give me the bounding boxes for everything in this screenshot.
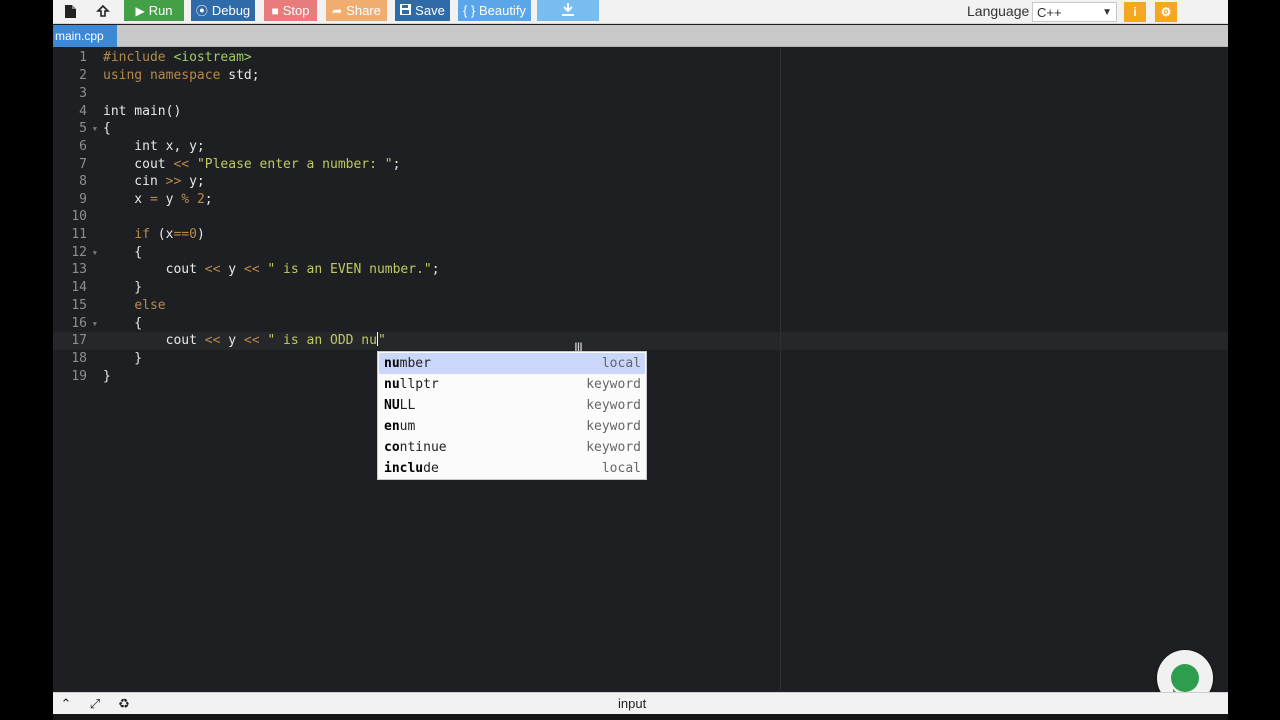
line-number: 9 — [79, 192, 87, 207]
line-number: 10 — [71, 209, 87, 224]
debug-button[interactable]: ⦿ Debug — [191, 0, 255, 21]
line-number: 13 — [71, 262, 87, 277]
line-number: 3 — [79, 86, 87, 101]
code-line: x = y % 2; — [103, 192, 213, 207]
save-label: Save — [415, 3, 445, 18]
stop-label: Stop — [282, 3, 310, 18]
code-line: else — [134, 298, 166, 313]
autocomplete-item[interactable]: continue keyword — [379, 437, 645, 458]
chevron-up-icon[interactable]: ⌃ — [58, 696, 74, 712]
toolbar: ▶ Run ⦿ Debug ■ Stop ➦ Share Save { } Be… — [53, 0, 1228, 24]
share-icon: ➦ — [332, 3, 343, 18]
console-strip — [53, 714, 1228, 720]
input-label: input — [618, 696, 647, 711]
line-number: 12 ▼ — [71, 244, 97, 262]
share-label: Share — [346, 3, 381, 18]
clear-icon[interactable]: ♻ — [116, 696, 132, 712]
line-number: 14 — [71, 280, 87, 295]
online-compiler-app: ▶ Run ⦿ Debug ■ Stop ➦ Share Save { } Be… — [53, 0, 1228, 720]
print-margin — [780, 48, 781, 690]
fold-arrow-icon[interactable]: ▼ — [93, 315, 97, 333]
debug-label: Debug — [211, 3, 251, 18]
fold-arrow-icon[interactable]: ▼ — [93, 120, 97, 138]
chevron-down-icon: ▼ — [1102, 6, 1112, 18]
code-line: } — [103, 351, 143, 366]
autocomplete-item[interactable]: nullptr keyword — [379, 374, 645, 395]
line-number: 1 — [79, 50, 87, 65]
save-button[interactable]: Save — [395, 0, 450, 21]
upload-icon[interactable] — [90, 0, 116, 22]
language-select[interactable]: C++ ▼ — [1032, 2, 1117, 22]
line-number: 16 ▼ — [71, 315, 97, 333]
file-icon[interactable] — [57, 0, 83, 22]
language-value: C++ — [1037, 4, 1062, 20]
info-icon: i — [1133, 5, 1137, 19]
play-icon: ▶ — [135, 3, 145, 18]
gear-icon: ⚙ — [1160, 5, 1172, 19]
code-line: int x, y; — [103, 139, 205, 154]
autocomplete-item[interactable]: number local — [379, 353, 645, 374]
code-line: if (x==0) — [134, 227, 205, 242]
download-icon — [562, 2, 574, 19]
line-number: 4 — [79, 104, 87, 119]
info-button[interactable]: i — [1124, 2, 1146, 22]
line-number: 17 — [71, 333, 87, 348]
line-number: 6 — [79, 139, 87, 154]
settings-button[interactable]: ⚙ — [1155, 2, 1177, 22]
expand-icon[interactable]: ⤢ — [87, 696, 103, 712]
code-line: { — [103, 316, 143, 331]
language-label: Language — [967, 3, 1030, 19]
code-line: int main() — [103, 104, 182, 119]
share-button[interactable]: ➦ Share — [326, 0, 387, 21]
code-line: #include <iostream> — [103, 50, 252, 65]
code-line: } — [103, 369, 111, 384]
debug-icon: ⦿ — [195, 4, 208, 18]
line-number: 19 — [71, 369, 87, 384]
autocomplete-popup[interactable]: number local nullptr keyword NULL keywor… — [377, 351, 647, 480]
fold-arrow-icon[interactable]: ▼ — [93, 244, 97, 262]
tab-main-cpp[interactable]: main.cpp — [53, 25, 117, 47]
save-icon — [400, 3, 412, 18]
io-bar: ⌃ ⤢ ♻ input — [53, 692, 1228, 714]
autocomplete-item[interactable]: include local — [379, 458, 645, 479]
code-line: cout << y << " is an EVEN number."; — [103, 262, 440, 277]
line-number: 11 — [71, 227, 87, 242]
line-number: 18 — [71, 351, 87, 366]
run-label: Run — [148, 3, 173, 18]
code-line: { — [103, 245, 143, 260]
stop-icon: ■ — [271, 3, 279, 18]
line-number: 7 — [79, 157, 87, 172]
tab-label: main.cpp — [55, 29, 104, 43]
chat-bubble-icon — [1171, 664, 1199, 695]
code-line: { — [103, 121, 111, 136]
code-line: cin >> y; — [103, 174, 205, 189]
line-number: 5 ▼ — [79, 120, 97, 138]
line-number: 8 — [79, 174, 87, 189]
file-tab-bar: main.cpp — [53, 25, 1228, 47]
code-line: cout << "Please enter a number: "; — [103, 157, 401, 172]
line-number: 2 — [79, 68, 87, 83]
autocomplete-item[interactable]: enum keyword — [379, 416, 645, 437]
stop-button[interactable]: ■ Stop — [264, 0, 317, 21]
line-number: 15 — [71, 298, 87, 313]
code-editor[interactable]: 1 2 3 4 5 ▼ 6 7 8 9 10 11 12 ▼ 13 14 15 16… — [53, 48, 1228, 690]
download-button[interactable] — [537, 0, 599, 21]
autocomplete-item[interactable]: NULL keyword — [379, 395, 645, 416]
run-button[interactable]: ▶ Run — [124, 0, 184, 21]
code-line: } — [103, 280, 143, 295]
code-line: using namespace std; — [103, 68, 260, 83]
beautify-label: { } Beautify — [463, 3, 526, 18]
beautify-button[interactable]: { } Beautify — [458, 0, 531, 21]
code-line-active: cout << y << " is an ODD nu" — [103, 332, 386, 348]
